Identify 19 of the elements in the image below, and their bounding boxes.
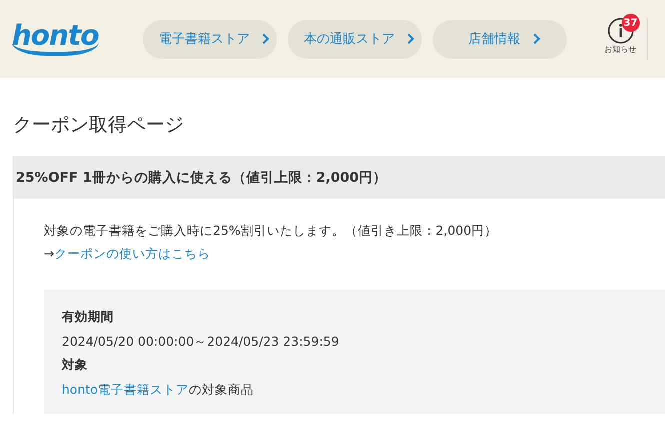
nav-button[interactable]: 電子書籍ストア: [142, 20, 277, 58]
detail-label: 有効期間: [62, 308, 115, 325]
detail-label: 対象: [62, 356, 89, 373]
guide-link[interactable]: クーポンの使い方はこちら: [54, 246, 210, 261]
site-logo[interactable]: honto: [12, 22, 99, 56]
notice-label: お知らせ: [604, 44, 637, 55]
coupon-description: 対象の電子書籍をご購入時に25%割引いたします。（値引き上限：2,000円）: [44, 222, 499, 240]
coupon-heading: 25%OFF 1冊からの購入に使える（値引上限：2,000円）: [14, 156, 665, 199]
chevron-right-icon: [532, 33, 541, 45]
detail-value: の対象商品: [189, 382, 254, 397]
notification-count: 37: [622, 14, 640, 32]
store-link[interactable]: honto電子書籍ストア: [62, 382, 190, 397]
chevron-right-icon: [407, 33, 416, 45]
chevron-right-icon: [262, 33, 270, 45]
nav-button[interactable]: 本の通販ストア: [288, 20, 422, 58]
nav-button[interactable]: 店舗情報: [432, 20, 567, 58]
arrow-text: →: [44, 246, 54, 261]
detail-value: 2024/05/20 00:00:00～2024/05/23 23:59:59: [62, 334, 340, 349]
page-title: クーポン取得ページ: [13, 113, 185, 138]
